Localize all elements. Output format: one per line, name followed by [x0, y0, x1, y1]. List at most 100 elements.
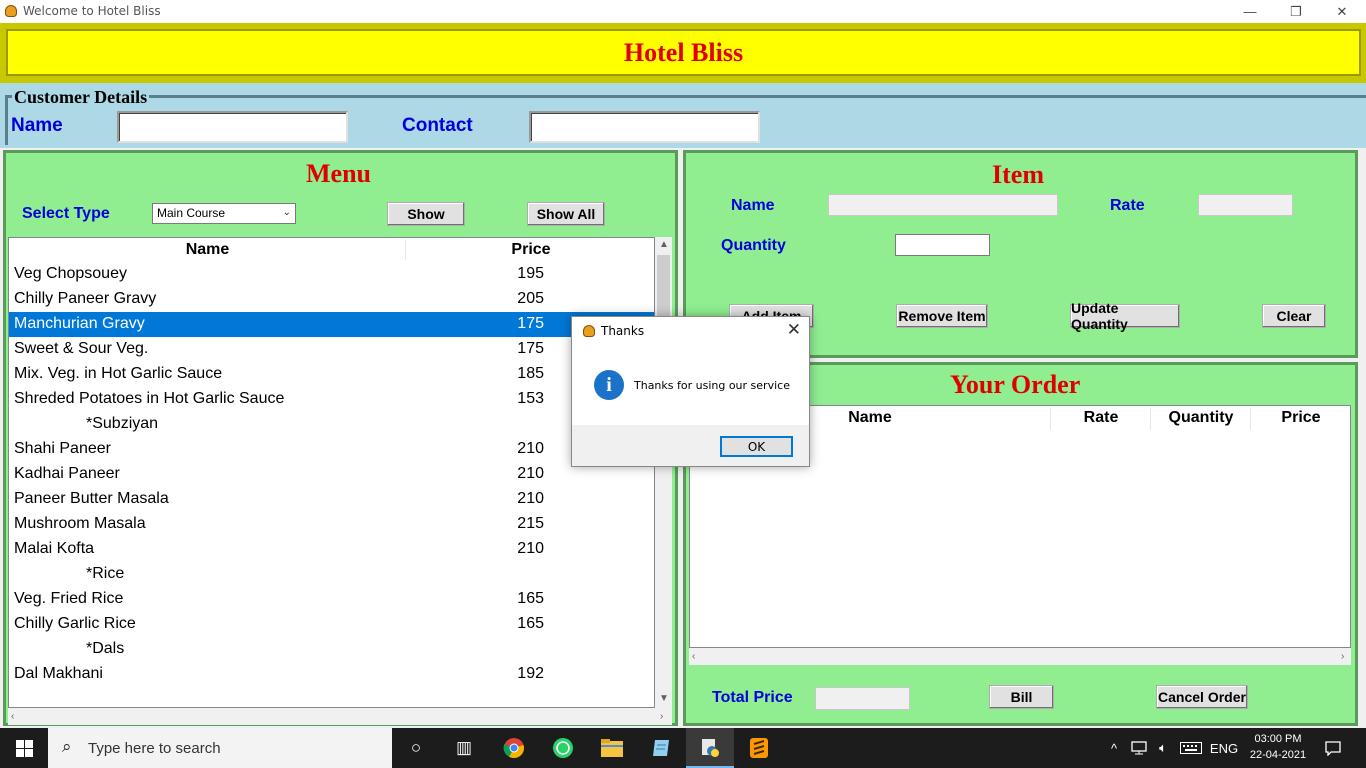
python-app-icon[interactable]	[686, 728, 734, 768]
menu-category-row[interactable]: *Dals	[9, 637, 654, 662]
dialog-message: Thanks for using our service	[634, 379, 790, 392]
menu-row[interactable]: Paneer Butter Masala 210	[9, 487, 654, 512]
keyboard-icon[interactable]	[1178, 728, 1204, 768]
window-title-bar: Welcome to Hotel Bliss — ❐ ✕	[0, 0, 1366, 23]
menu-item-price: 165	[517, 615, 544, 632]
menu-item-name: Veg. Fried Rice	[14, 590, 124, 607]
scroll-left-icon[interactable]: ‹	[692, 651, 695, 662]
menu-row[interactable]: Chilly Paneer Gravy 205	[9, 287, 654, 312]
menu-row[interactable]: Dal Makhani 192	[9, 662, 654, 687]
your-order-title: Your Order	[950, 370, 1081, 399]
menu-vertical-scrollbar[interactable]: ▲ ▼	[655, 237, 672, 708]
taskbar-clock[interactable]: 03:00 PM 22-04-2021	[1245, 731, 1311, 763]
dialog-close-icon[interactable]: ✕	[787, 320, 801, 340]
customer-name-input[interactable]	[117, 111, 348, 143]
notifications-icon[interactable]	[1318, 728, 1348, 768]
select-type-value: Main Course	[157, 206, 226, 220]
whatsapp-icon[interactable]	[539, 728, 587, 768]
menu-row[interactable]: Shahi Paneer 210	[9, 437, 654, 462]
menu-row[interactable]: Manchurian Gravy 175	[9, 312, 654, 337]
scroll-thumb[interactable]	[657, 255, 670, 325]
task-view-icon[interactable]: ▥	[440, 728, 488, 768]
menu-item-name: Mushroom Masala	[14, 515, 146, 532]
file-explorer-icon[interactable]	[588, 728, 636, 768]
dialog-ok-button[interactable]: OK	[720, 436, 793, 457]
bill-button[interactable]: Bill	[989, 685, 1054, 709]
menu-horizontal-scrollbar[interactable]: ‹ ›	[8, 708, 672, 725]
taskbar-search-box[interactable]: ⌕ Type here to search	[48, 728, 392, 768]
chrome-icon[interactable]	[490, 728, 538, 768]
menu-item-name: Dal Makhani	[14, 665, 103, 682]
menu-row[interactable]: Shreded Potatoes in Hot Garlic Sauce 153	[9, 387, 654, 412]
network-icon[interactable]	[1128, 728, 1150, 768]
menu-col-name[interactable]: Name	[9, 241, 406, 259]
dialog-title: Thanks	[601, 324, 645, 338]
app-burger-icon	[5, 5, 17, 17]
order-col-price[interactable]: Price	[1251, 409, 1350, 427]
menu-category-row[interactable]: *Rice	[9, 562, 654, 587]
show-button[interactable]: Show	[387, 202, 465, 226]
menu-item-name: Manchurian Gravy	[14, 315, 145, 332]
menu-row[interactable]: Malai Kofta 210	[9, 537, 654, 562]
scroll-down-icon[interactable]: ▼	[659, 693, 669, 704]
windows-logo-icon	[15, 739, 33, 757]
order-col-name[interactable]: Name	[810, 409, 930, 427]
tray-chevron-up-icon[interactable]: ^	[1104, 728, 1124, 768]
menu-item-price: 205	[517, 290, 544, 307]
item-quantity-label: Quantity	[721, 237, 786, 254]
customer-contact-input[interactable]	[529, 111, 760, 143]
minimize-button[interactable]: —	[1227, 0, 1273, 23]
customer-contact-label: Contact	[402, 115, 473, 136]
show-all-button[interactable]: Show All	[527, 202, 605, 226]
close-button[interactable]: ✕	[1319, 0, 1365, 23]
menu-item-name: Mix. Veg. in Hot Garlic Sauce	[14, 365, 223, 382]
total-price-field[interactable]	[815, 687, 910, 710]
notepad-icon[interactable]	[637, 728, 685, 768]
total-price-label: Total Price	[712, 689, 793, 706]
info-icon: i	[594, 370, 624, 400]
item-rate-field[interactable]	[1198, 194, 1293, 216]
menu-row[interactable]: Chilly Garlic Rice 165	[9, 612, 654, 637]
clock-time: 03:00 PM	[1254, 733, 1302, 745]
menu-item-price: 185	[517, 365, 544, 382]
menu-row[interactable]: Veg. Fried Rice 165	[9, 587, 654, 612]
scroll-right-icon[interactable]: ›	[660, 711, 663, 722]
chevron-down-icon: ⌄	[282, 207, 291, 218]
menu-col-price[interactable]: Price	[406, 241, 654, 259]
item-name-field[interactable]	[828, 194, 1058, 216]
clear-button[interactable]: Clear	[1262, 304, 1326, 328]
menu-row[interactable]: Sweet & Sour Veg. 175	[9, 337, 654, 362]
order-col-quantity[interactable]: Quantity	[1151, 409, 1251, 427]
menu-item-price: 175	[517, 340, 544, 357]
maximize-button[interactable]: ❐	[1273, 0, 1319, 23]
cancel-order-button[interactable]: Cancel Order	[1156, 685, 1248, 709]
menu-item-name: *Dals	[86, 640, 125, 657]
menu-item-name: Chilly Garlic Rice	[14, 615, 136, 632]
menu-item-price: 210	[517, 440, 544, 457]
remove-item-button[interactable]: Remove Item	[896, 304, 988, 328]
select-type-dropdown[interactable]: Main Course ⌄	[152, 203, 296, 224]
scroll-right-icon[interactable]: ›	[1341, 651, 1344, 662]
menu-list-header: Name Price	[9, 238, 654, 262]
update-quantity-button[interactable]: Update Quantity	[1070, 300, 1180, 332]
menu-category-row[interactable]: *Subziyan	[9, 412, 654, 437]
order-horizontal-scrollbar[interactable]: ‹ ›	[689, 648, 1351, 665]
scroll-left-icon[interactable]: ‹	[11, 711, 14, 722]
start-button[interactable]	[0, 728, 48, 768]
menu-row[interactable]: Mix. Veg. in Hot Garlic Sauce 185	[9, 362, 654, 387]
language-indicator[interactable]: ENG	[1206, 728, 1242, 768]
item-quantity-field[interactable]	[895, 234, 990, 256]
menu-list[interactable]: Name Price Veg Chopsouey 195 Chilly Paneer…	[8, 237, 655, 708]
volume-icon[interactable]: 🔈︎	[1152, 728, 1174, 768]
cortana-icon[interactable]: ○	[392, 728, 440, 768]
item-rate-label: Rate	[1110, 197, 1145, 214]
customer-name-label: Name	[11, 115, 63, 136]
order-col-rate[interactable]: Rate	[1051, 409, 1151, 427]
scroll-up-icon[interactable]: ▲	[659, 239, 669, 250]
menu-row[interactable]: Mushroom Masala 215	[9, 512, 654, 537]
sublime-text-icon[interactable]	[735, 728, 783, 768]
menu-row[interactable]: Veg Chopsouey 195	[9, 262, 654, 287]
app-burger-icon	[583, 325, 595, 337]
menu-row[interactable]: Kadhai Paneer 210	[9, 462, 654, 487]
menu-item-name: Sweet & Sour Veg.	[14, 340, 149, 357]
